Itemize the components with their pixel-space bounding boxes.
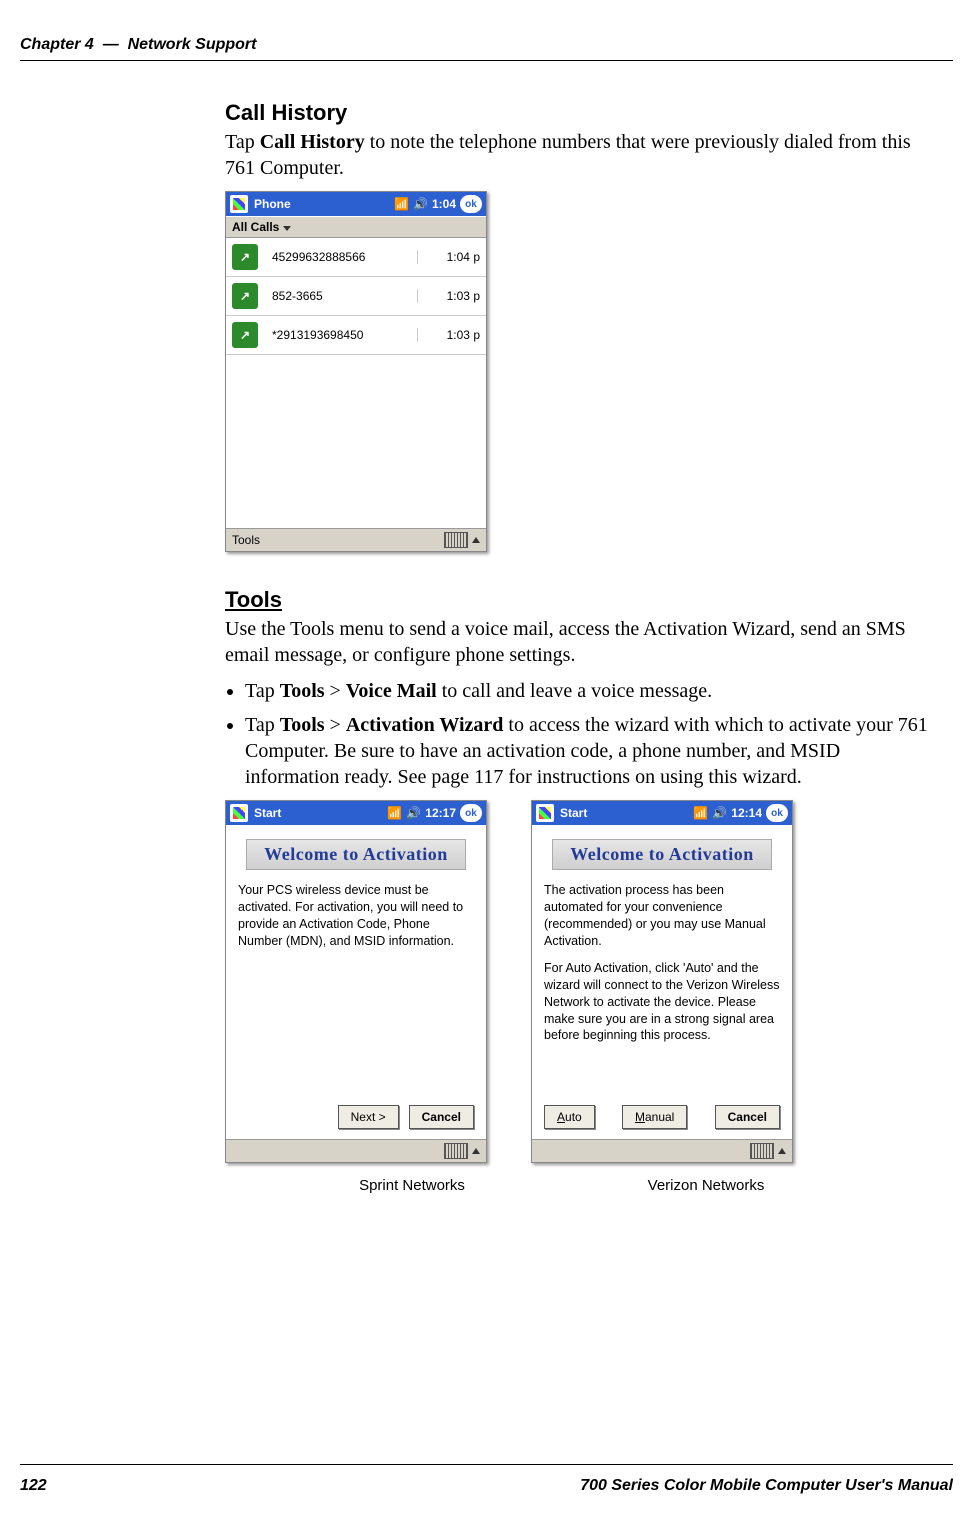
titlebar-title: Start <box>254 806 387 820</box>
titlebar-title: Start <box>560 806 693 820</box>
speaker-icon[interactable]: 🔊 <box>413 197 428 211</box>
cancel-button[interactable]: Cancel <box>715 1105 780 1129</box>
titlebar-verizon: Start 📶 🔊 12:14 ok <box>532 801 792 825</box>
cancel-button[interactable]: Cancel <box>409 1105 474 1129</box>
call-row[interactable]: ↗ 45299632888566 1:04 p <box>226 238 486 277</box>
activation-heading: Welcome to Activation <box>246 839 465 870</box>
tools-bullets: Tap Tools > Voice Mail to call and leave… <box>225 678 935 790</box>
header-rule <box>20 60 953 61</box>
call-time: 1:03 p <box>418 289 480 303</box>
call-out-icon: ↗ <box>232 322 258 348</box>
bullet-voicemail: Tap Tools > Voice Mail to call and leave… <box>245 678 935 704</box>
clock: 1:04 <box>432 197 456 211</box>
titlebar-title: Phone <box>254 197 394 211</box>
page-footer: 122 700 Series Color Mobile Computer Use… <box>20 1477 953 1495</box>
clock: 12:17 <box>425 806 456 820</box>
keyboard-icon[interactable] <box>444 1143 468 1159</box>
footer-rule <box>20 1464 953 1465</box>
activation-text1: The activation process has been automate… <box>544 882 780 950</box>
filter-bar[interactable]: All Calls <box>226 216 486 238</box>
bullet-activation: Tap Tools > Activation Wizard to access … <box>245 712 935 790</box>
caption-sprint: Sprint Networks <box>282 1177 542 1194</box>
call-list: ↗ 45299632888566 1:04 p ↗ 852-3665 1:03 … <box>226 238 486 528</box>
call-history-para: Tap Call History to note the telephone n… <box>225 130 935 181</box>
manual-title: 700 Series Color Mobile Computer User's … <box>580 1477 953 1495</box>
chapter-label: Chapter 4 <box>20 36 94 53</box>
bottom-bar <box>532 1139 792 1162</box>
speaker-icon[interactable]: 🔊 <box>712 806 727 820</box>
activation-text: Your PCS wireless device must be activat… <box>238 882 474 950</box>
ok-button[interactable]: ok <box>766 804 788 822</box>
chevron-down-icon <box>283 226 291 231</box>
activation-sprint-screenshot: Start 📶 🔊 12:17 ok Welcome to Activation… <box>225 800 487 1163</box>
call-history-heading: Call History <box>225 100 935 126</box>
call-time: 1:03 p <box>418 328 480 342</box>
start-flag-icon[interactable] <box>230 195 248 213</box>
ok-button[interactable]: ok <box>460 195 482 213</box>
activation-text2: For Auto Activation, click 'Auto' and th… <box>544 960 780 1044</box>
activation-verizon-screenshot: Start 📶 🔊 12:14 ok Welcome to Activation… <box>531 800 793 1163</box>
call-number: *2913193698450 <box>272 328 418 342</box>
arrow-up-icon[interactable] <box>472 537 480 543</box>
bottom-bar <box>226 1139 486 1162</box>
caption-verizon: Verizon Networks <box>576 1177 836 1194</box>
call-row[interactable]: ↗ 852-3665 1:03 p <box>226 277 486 316</box>
filter-label: All Calls <box>232 220 279 234</box>
clock: 12:14 <box>731 806 762 820</box>
dash: — <box>103 36 119 53</box>
titlebar-phone: Phone 📶 🔊 1:04 ok <box>226 192 486 216</box>
activation-heading: Welcome to Activation <box>552 839 771 870</box>
arrow-up-icon[interactable] <box>472 1148 480 1154</box>
running-head: Chapter 4 — Network Support <box>20 36 256 54</box>
activation-body: Welcome to Activation The activation pro… <box>532 825 792 1139</box>
keyboard-icon[interactable] <box>444 532 468 548</box>
chapter-title: Network Support <box>128 36 257 53</box>
call-number: 852-3665 <box>272 289 418 303</box>
next-button[interactable]: Next > <box>338 1105 399 1129</box>
call-time: 1:04 p <box>418 250 480 264</box>
speaker-icon[interactable]: 🔊 <box>406 806 421 820</box>
call-out-icon: ↗ <box>232 244 258 270</box>
call-row[interactable]: ↗ *2913193698450 1:03 p <box>226 316 486 355</box>
call-out-icon: ↗ <box>232 283 258 309</box>
signal-icon[interactable]: 📶 <box>394 197 409 211</box>
tools-heading: Tools <box>225 587 935 613</box>
signal-icon[interactable]: 📶 <box>693 806 708 820</box>
tools-para: Use the Tools menu to send a voice mail,… <box>225 617 935 668</box>
call-number: 45299632888566 <box>272 250 418 264</box>
keyboard-icon[interactable] <box>750 1143 774 1159</box>
arrow-up-icon[interactable] <box>778 1148 786 1154</box>
start-flag-icon[interactable] <box>536 804 554 822</box>
activation-body: Welcome to Activation Your PCS wireless … <box>226 825 486 1139</box>
page-number: 122 <box>20 1477 47 1495</box>
auto-button[interactable]: Auto <box>544 1105 595 1129</box>
manual-button[interactable]: Manual <box>622 1105 687 1129</box>
call-history-screenshot: Phone 📶 🔊 1:04 ok All Calls ↗ 4529963288… <box>225 191 487 552</box>
titlebar-sprint: Start 📶 🔊 12:17 ok <box>226 801 486 825</box>
tools-menu[interactable]: Tools <box>232 533 260 547</box>
signal-icon[interactable]: 📶 <box>387 806 402 820</box>
start-flag-icon[interactable] <box>230 804 248 822</box>
bottom-bar: Tools <box>226 528 486 551</box>
ok-button[interactable]: ok <box>460 804 482 822</box>
